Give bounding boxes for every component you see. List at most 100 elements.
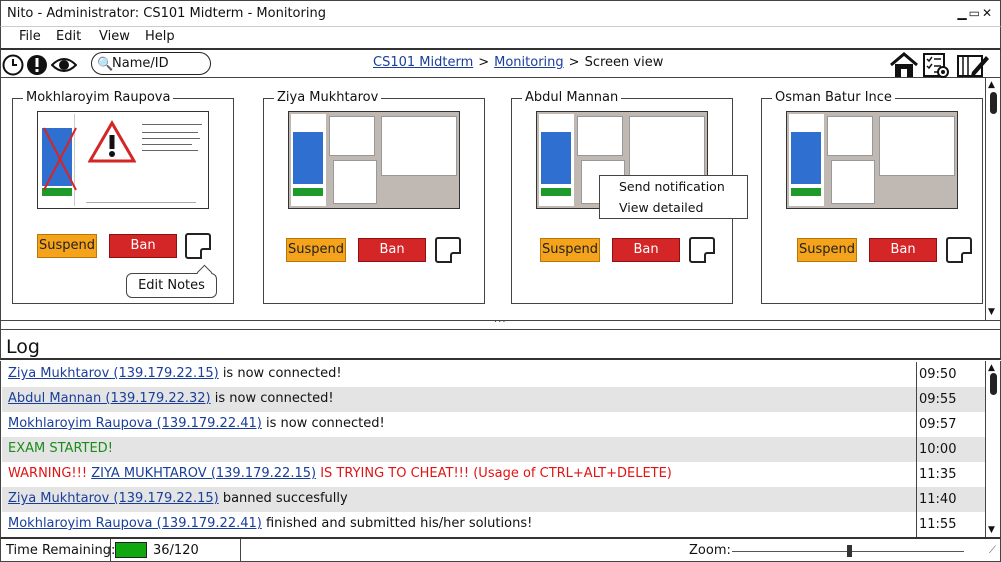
- scroll-thumb[interactable]: [990, 373, 997, 395]
- search-icon: 🔍: [97, 57, 114, 72]
- student-screen-thumbnail[interactable]: [288, 111, 460, 209]
- log-row: WARNING!!! ZIYA MUKHTAROV (139.179.22.15…: [2, 462, 986, 487]
- monitor-scrollbar[interactable]: ▲ ▼: [985, 78, 1001, 320]
- note-icon[interactable]: [946, 237, 972, 263]
- panel-splitter[interactable]: ···: [0, 317, 1001, 330]
- student-card: Ziya Mukhtarov Suspend Ban: [263, 90, 485, 304]
- time-progress-bar: [115, 542, 147, 558]
- scroll-thumb[interactable]: [990, 92, 997, 114]
- splitter-grip-icon: ···: [494, 317, 507, 328]
- log-time: 09:55: [916, 387, 986, 412]
- menu-help[interactable]: Help: [145, 29, 175, 44]
- ban-button[interactable]: Ban: [358, 238, 426, 262]
- warning-icon: [88, 120, 136, 163]
- menu-edit[interactable]: Edit: [56, 29, 81, 44]
- home-icon[interactable]: [889, 52, 919, 78]
- log-student-link[interactable]: Abdul Mannan (139.179.22.32): [8, 391, 211, 406]
- clock-icon[interactable]: [2, 54, 24, 76]
- eye-icon[interactable]: [51, 56, 77, 74]
- log-table: Ziya Mukhtarov (139.179.22.15) is now co…: [0, 361, 1001, 537]
- menu-file[interactable]: File: [19, 29, 41, 44]
- time-remaining-label: Time Remaining:: [6, 543, 116, 558]
- student-name: Abdul Mannan: [522, 90, 622, 105]
- log-scrollbar[interactable]: ▲ ▼: [985, 361, 1001, 537]
- log-warning-message: IS TRYING TO CHEAT!!! (Usage of CTRL+ALT…: [316, 466, 672, 481]
- log-message-exam-started: EXAM STARTED!: [8, 441, 113, 456]
- scroll-down-icon[interactable]: ▼: [988, 525, 995, 535]
- log-row: EXAM STARTED! 10:00: [2, 437, 986, 462]
- window-title: Nito - Administrator: CS101 Midterm - Mo…: [7, 6, 326, 21]
- log-time: 11:55: [916, 512, 986, 537]
- ban-button[interactable]: Ban: [109, 234, 177, 258]
- log-time: 10:00: [916, 437, 986, 462]
- search-placeholder: Name/ID: [112, 56, 169, 71]
- search-input[interactable]: 🔍 Name/ID: [91, 52, 211, 75]
- toolbar: 🔍 Name/ID CS101 Midterm > Monitoring > Scree…: [0, 50, 1001, 78]
- log-row: Ziya Mukhtarov (139.179.22.15) is now co…: [2, 362, 986, 387]
- divider: [240, 539, 241, 562]
- divider: [110, 539, 111, 562]
- student-name: Mokhlaroyim Raupova: [23, 90, 174, 105]
- log-student-link[interactable]: Ziya Mukhtarov (139.179.22.15): [8, 491, 219, 506]
- student-screen-thumbnail[interactable]: [37, 111, 209, 209]
- blocked-cross-icon: [43, 127, 77, 191]
- student-screen-thumbnail[interactable]: [786, 111, 958, 209]
- suspend-button[interactable]: Suspend: [797, 238, 857, 262]
- title-bar: Nito - Administrator: CS101 Midterm - Mo…: [0, 0, 1001, 26]
- note-icon[interactable]: [689, 237, 715, 263]
- log-student-link[interactable]: Mokhlaroyim Raupova (139.179.22.41): [8, 516, 262, 531]
- log-row: Ziya Mukhtarov (139.179.22.15) banned su…: [2, 487, 986, 512]
- zoom-label: Zoom:: [689, 543, 731, 558]
- checklist-icon[interactable]: [922, 52, 950, 78]
- ban-button[interactable]: Ban: [869, 238, 937, 262]
- resize-grip-icon[interactable]: ⟋: [989, 545, 996, 556]
- scroll-up-icon[interactable]: ▲: [988, 363, 995, 373]
- edit-notes-icon[interactable]: [956, 52, 990, 78]
- note-icon[interactable]: [435, 237, 461, 263]
- context-menu: Send notification View detailed: [599, 175, 748, 219]
- breadcrumb: CS101 Midterm > Monitoring > Screen view: [373, 55, 663, 70]
- breadcrumb-separator: >: [478, 55, 490, 70]
- menu-view[interactable]: View: [99, 29, 130, 44]
- ban-button[interactable]: Ban: [612, 238, 680, 262]
- scroll-up-icon[interactable]: ▲: [988, 80, 995, 90]
- log-row: Mokhlaroyim Raupova (139.179.22.41) is n…: [2, 412, 986, 437]
- log-student-link[interactable]: Mokhlaroyim Raupova (139.179.22.41): [8, 416, 262, 431]
- log-time: 11:35: [916, 462, 986, 487]
- log-warning-prefix: WARNING!!!: [8, 466, 92, 481]
- student-card: Osman Batur Ince Suspend Ban: [761, 90, 983, 304]
- alert-icon[interactable]: [26, 54, 48, 76]
- scroll-down-icon[interactable]: ▼: [988, 307, 995, 317]
- student-name: Osman Batur Ince: [772, 90, 895, 105]
- log-student-link[interactable]: ZIYA MUKHTAROV (139.179.22.15): [91, 466, 316, 481]
- log-message: is now connected!: [261, 416, 385, 431]
- log-message: is now connected!: [218, 366, 342, 381]
- menu-bar: File Edit View Help: [0, 26, 1001, 50]
- log-message: banned succesfully: [218, 491, 348, 506]
- log-message: finished and submitted his/her solutions…: [261, 516, 533, 531]
- status-bar: Time Remaining: 36/120 Zoom: ⟋: [0, 537, 1001, 562]
- log-student-link[interactable]: Ziya Mukhtarov (139.179.22.15): [8, 366, 219, 381]
- log-header: Log: [0, 330, 1001, 360]
- breadcrumb-current: Screen view: [584, 55, 664, 70]
- student-name: Ziya Mukhtarov: [274, 90, 382, 105]
- note-icon[interactable]: [185, 233, 211, 259]
- suspend-button[interactable]: Suspend: [540, 238, 600, 262]
- menu-item-send-notification[interactable]: Send notification: [600, 176, 747, 197]
- time-progress-text: 36/120: [153, 543, 199, 558]
- breadcrumb-separator: >: [568, 55, 580, 70]
- edit-notes-tooltip: Edit Notes: [126, 273, 217, 298]
- log-row: Mokhlaroyim Raupova (139.179.22.41) fini…: [2, 512, 986, 537]
- screen-monitor-panel: Mokhlaroyim Raupova Suspend Ban Ziya Muk…: [0, 78, 1001, 321]
- log-row: Abdul Mannan (139.179.22.32) is now conn…: [2, 387, 986, 412]
- log-message: is now connected!: [210, 391, 334, 406]
- window-controls[interactable]: ▁▭✕: [957, 6, 994, 20]
- breadcrumb-course[interactable]: CS101 Midterm: [373, 55, 473, 70]
- log-title: Log: [6, 336, 40, 358]
- suspend-button[interactable]: Suspend: [37, 234, 97, 258]
- breadcrumb-monitoring[interactable]: Monitoring: [494, 55, 564, 70]
- menu-item-view-detailed[interactable]: View detailed: [600, 197, 747, 218]
- log-time: 09:50: [916, 362, 986, 387]
- suspend-button[interactable]: Suspend: [286, 238, 346, 262]
- zoom-slider-handle[interactable]: [847, 545, 852, 557]
